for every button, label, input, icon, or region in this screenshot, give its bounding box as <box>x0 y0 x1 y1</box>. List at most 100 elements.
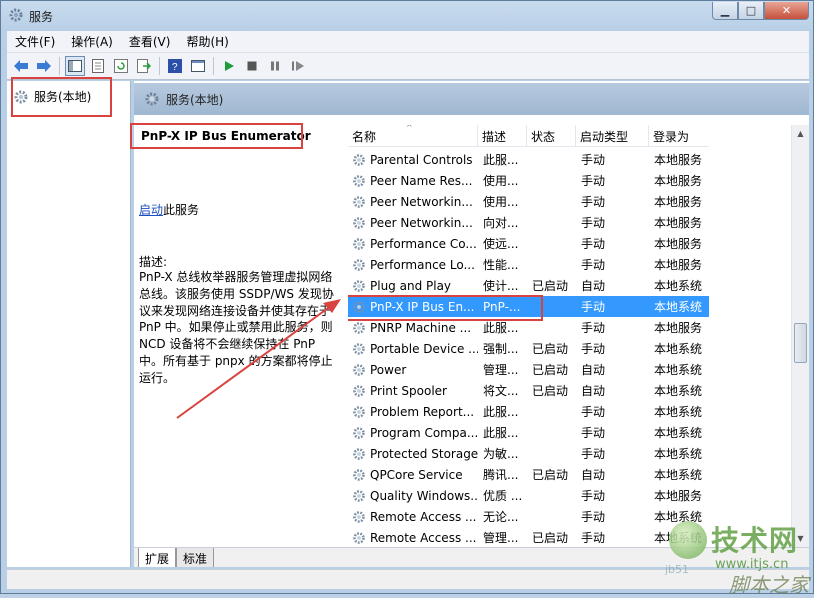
start-service-button[interactable] <box>219 56 239 76</box>
column-header-logon[interactable]: 登录为 <box>649 125 709 147</box>
pause-icon <box>271 61 279 71</box>
column-header-startup-type[interactable]: 启动类型 <box>576 125 649 147</box>
window-icon <box>191 60 205 72</box>
list-header: ^ 名称 描述 状态 启动类型 登录为 <box>348 125 709 147</box>
play-icon <box>225 61 234 71</box>
stop-icon <box>247 61 257 71</box>
cell-status <box>527 422 576 443</box>
column-header-status[interactable]: 状态 <box>527 125 576 147</box>
cell-logon: 本地服务 <box>654 216 703 230</box>
restart-icon <box>292 61 304 71</box>
service-name: Quality Windows... <box>370 488 478 503</box>
cell-description: 管理... <box>483 531 519 545</box>
cell-status: 已启动 <box>532 468 569 482</box>
cell-name: Protected Storage <box>348 443 478 464</box>
menu-action[interactable]: 操作(A) <box>63 33 121 50</box>
export-icon <box>137 59 151 73</box>
start-service-line: 启动此服务 <box>139 201 199 218</box>
cell-description: 将文... <box>483 384 519 398</box>
refresh-icon <box>114 59 128 73</box>
cell-status <box>527 401 576 422</box>
table-row[interactable]: QPCore Service 腾讯... 已启动 自动 本地系统 <box>348 464 709 485</box>
cell-description: 使计... <box>483 279 519 293</box>
start-service-link[interactable]: 启动 <box>139 203 163 217</box>
vertical-scrollbar[interactable]: ▲ ▼ <box>791 125 809 547</box>
service-name: Plug and Play <box>370 278 452 293</box>
cell-status <box>527 254 576 275</box>
arrow-right-icon <box>37 60 51 72</box>
properties-button[interactable] <box>88 56 108 76</box>
cell-name: Performance Co... <box>348 233 478 254</box>
cell-description: 无论... <box>483 510 519 524</box>
forward-button[interactable] <box>34 56 54 76</box>
export-button[interactable] <box>134 56 154 76</box>
watermark-brand: 技术网 <box>711 524 799 557</box>
close-button[interactable]: ✕ <box>764 2 809 20</box>
cell-startup-type: 手动 <box>581 258 606 272</box>
scroll-up-button[interactable]: ▲ <box>792 125 809 142</box>
cell-logon: 本地系统 <box>654 405 703 419</box>
column-header-description[interactable]: 描述 <box>478 125 527 147</box>
cell-logon: 本地系统 <box>654 342 703 356</box>
watermark-small: jb51 <box>665 563 690 576</box>
cell-status: 已启动 <box>532 531 569 545</box>
service-gear-icon <box>353 279 365 292</box>
service-gear-icon <box>353 216 365 229</box>
service-name: Performance Lo... <box>370 257 475 272</box>
table-row[interactable]: Peer Networkin... 使用... 手动 本地服务 <box>348 191 709 212</box>
menu-help[interactable]: 帮助(H) <box>178 33 236 50</box>
cell-name: Problem Report... <box>348 401 478 422</box>
service-name: Power <box>370 362 407 377</box>
view-button[interactable] <box>188 56 208 76</box>
table-row[interactable]: Portable Device ... 强制... 已启动 手动 本地系统 <box>348 338 709 359</box>
cell-name: Power <box>348 359 478 380</box>
table-row[interactable]: Parental Controls 此服... 手动 本地服务 <box>348 149 709 170</box>
pause-service-button[interactable] <box>265 56 285 76</box>
menu-file[interactable]: 文件(F) <box>7 33 63 50</box>
cell-startup-type: 手动 <box>581 510 606 524</box>
cell-status <box>527 149 576 170</box>
column-header-name[interactable]: ^ 名称 <box>348 125 478 147</box>
cell-status <box>527 191 576 212</box>
service-gear-icon <box>353 531 365 544</box>
maximize-button[interactable]: □ <box>738 2 764 20</box>
minimize-button[interactable]: ▁ <box>712 2 738 20</box>
cell-startup-type: 手动 <box>581 321 606 335</box>
service-name: Peer Name Res... <box>370 173 473 188</box>
table-row[interactable]: Print Spooler 将文... 已启动 自动 本地系统 <box>348 380 709 401</box>
table-row[interactable]: Peer Name Res... 使用... 手动 本地服务 <box>348 170 709 191</box>
restart-service-button[interactable] <box>288 56 308 76</box>
document-icon <box>92 59 104 73</box>
table-row[interactable]: Protected Storage 为敏... 手动 本地系统 <box>348 443 709 464</box>
cell-status <box>527 170 576 191</box>
service-gear-icon <box>353 405 365 418</box>
table-row[interactable]: Power 管理... 已启动 自动 本地系统 <box>348 359 709 380</box>
menu-view[interactable]: 查看(V) <box>121 33 179 50</box>
console-tree-button[interactable] <box>65 56 85 76</box>
table-row[interactable]: Peer Networkin... 向对... 手动 本地服务 <box>348 212 709 233</box>
table-row[interactable]: Problem Report... 此服... 手动 本地系统 <box>348 401 709 422</box>
services-list: ^ 名称 描述 状态 启动类型 登录为 Parental Controls 此服..… <box>348 125 709 547</box>
tab-extended[interactable]: 扩展 <box>138 548 177 567</box>
table-row[interactable]: Quality Windows... 优质 ... 手动 本地服务 <box>348 485 709 506</box>
stop-service-button[interactable] <box>242 56 262 76</box>
table-row[interactable]: Performance Co... 使远... 手动 本地服务 <box>348 233 709 254</box>
service-gear-icon <box>353 510 365 523</box>
refresh-button[interactable] <box>111 56 131 76</box>
table-row[interactable]: Plug and Play 使计... 已启动 自动 本地系统 <box>348 275 709 296</box>
scroll-thumb[interactable] <box>794 323 807 363</box>
service-gear-icon <box>353 447 365 460</box>
table-row[interactable]: Performance Lo... 性能... 手动 本地服务 <box>348 254 709 275</box>
cell-name: Print Spooler <box>348 380 478 401</box>
cell-name: Remote Access ... <box>348 506 478 527</box>
tab-standard[interactable]: 标准 <box>176 548 215 567</box>
cell-name: Program Compa... <box>348 422 478 443</box>
cell-status <box>527 443 576 464</box>
back-button[interactable] <box>11 56 31 76</box>
cell-startup-type: 手动 <box>581 489 606 503</box>
cell-startup-type: 自动 <box>581 468 606 482</box>
help-button[interactable]: ? <box>165 56 185 76</box>
table-row[interactable]: Program Compa... 此服... 手动 本地系统 <box>348 422 709 443</box>
cell-description: 腾讯... <box>483 468 519 482</box>
column-label-startup-type: 启动类型 <box>580 129 629 144</box>
